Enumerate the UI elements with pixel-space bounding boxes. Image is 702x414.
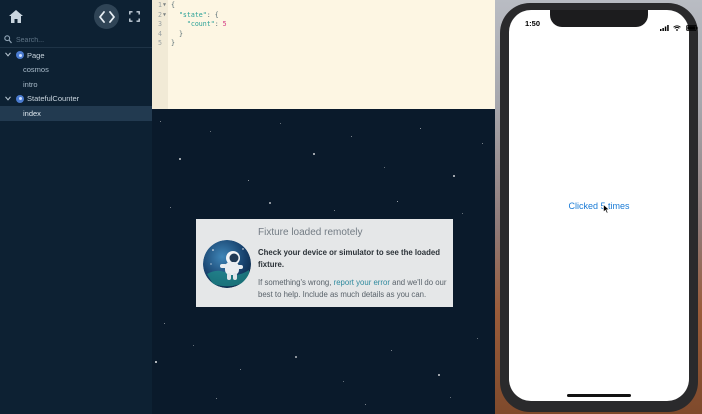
fold-icon xyxy=(162,30,171,40)
line-number: 4 xyxy=(158,29,162,38)
line-number: 2 xyxy=(158,10,162,19)
tree-item-label: cosmos xyxy=(23,65,49,75)
star xyxy=(343,381,344,382)
tree-item-label: Page xyxy=(27,50,45,60)
sidebar: Page cosmos intro StatefulCounter index xyxy=(0,0,152,414)
fold-icon xyxy=(162,39,171,49)
fullscreen-button[interactable] xyxy=(122,4,147,29)
notice-body-text: If something's wrong, xyxy=(258,278,334,287)
battery-icon xyxy=(685,24,698,31)
search-icon xyxy=(4,35,12,44)
fullscreen-icon xyxy=(129,11,140,22)
tree-item-statefulcounter[interactable]: StatefulCounter xyxy=(0,92,152,107)
tree-item-page[interactable]: Page xyxy=(0,48,152,63)
home-indicator[interactable] xyxy=(567,394,631,397)
code-line: 1 ▼ { xyxy=(154,1,227,11)
notice-title: Fixture loaded remotely xyxy=(258,227,363,238)
code-toggle-button[interactable] xyxy=(94,4,119,29)
signal-icon xyxy=(660,24,669,31)
star xyxy=(313,153,315,155)
phone-notch xyxy=(550,10,648,27)
tree-item-cosmos[interactable]: cosmos xyxy=(0,63,152,78)
star xyxy=(420,128,421,129)
star xyxy=(334,210,335,211)
tree-item-index[interactable]: index xyxy=(0,106,152,121)
code-text: "state": { xyxy=(178,10,219,19)
counter-button[interactable]: Clicked 5 times xyxy=(530,201,668,211)
sidebar-toolbar xyxy=(0,0,152,33)
tree-item-intro[interactable]: intro xyxy=(0,77,152,92)
line-number: 1 xyxy=(158,1,162,9)
tree-item-label: index xyxy=(23,108,41,118)
star xyxy=(365,404,366,405)
star xyxy=(397,201,398,202)
star xyxy=(391,350,392,351)
star xyxy=(280,123,281,124)
code-text: } xyxy=(171,39,175,47)
star xyxy=(240,369,241,370)
code-text: } xyxy=(171,29,183,38)
star xyxy=(438,374,440,376)
code-line: 3 "count": 5 xyxy=(154,20,227,30)
line-number: 3 xyxy=(158,20,162,28)
star xyxy=(248,180,249,181)
tree-item-label: StatefulCounter xyxy=(27,94,80,104)
chevron-down-icon[interactable] xyxy=(5,95,11,101)
star xyxy=(160,121,161,122)
star xyxy=(179,158,181,160)
home-icon xyxy=(8,10,23,23)
star xyxy=(269,202,271,204)
component-icon xyxy=(16,94,24,103)
star xyxy=(295,356,297,358)
star xyxy=(384,167,385,168)
code-line: 2 ▼ "state": { xyxy=(154,11,227,21)
code-line: 5 } xyxy=(154,39,227,49)
cursor-icon xyxy=(603,204,610,214)
code-icon xyxy=(98,10,115,23)
code-line: 4 } xyxy=(154,30,227,40)
chevron-down-icon[interactable] xyxy=(5,52,11,57)
status-bar-time: 1:50 xyxy=(525,19,541,28)
code-text: { xyxy=(171,1,175,9)
fold-icon[interactable]: ▼ xyxy=(162,1,171,11)
search-bar xyxy=(0,33,152,48)
star xyxy=(351,136,352,137)
code-lines: 1 ▼ { 2 ▼ "state": { 3 "count": 5 4 } 5 … xyxy=(154,1,227,49)
star xyxy=(453,175,455,177)
wifi-icon xyxy=(673,25,682,31)
notice-body: If something's wrong, report your error … xyxy=(258,277,448,301)
status-bar-icons xyxy=(660,19,698,37)
notice-heading: Check your device or simulator to see th… xyxy=(258,248,440,269)
fixture-tree: Page cosmos intro StatefulCounter index xyxy=(0,48,152,121)
astronaut-icon xyxy=(203,240,251,288)
star xyxy=(450,397,451,398)
star xyxy=(462,213,463,214)
fold-icon[interactable]: ▼ xyxy=(162,11,171,21)
star xyxy=(482,143,483,144)
star xyxy=(477,338,478,339)
report-error-link[interactable]: report your error xyxy=(334,278,390,287)
component-icon xyxy=(16,51,24,59)
fold-icon xyxy=(162,20,171,30)
code-text: "count": 5 xyxy=(186,20,227,28)
star xyxy=(210,131,211,132)
star xyxy=(155,361,157,363)
star xyxy=(193,345,194,346)
fixture-code-editor[interactable]: 1 ▼ { 2 ▼ "state": { 3 "count": 5 4 } 5 … xyxy=(152,0,495,109)
remote-fixture-notice: Fixture loaded remotely Check your devic… xyxy=(196,219,453,307)
tree-item-label: intro xyxy=(23,79,38,89)
star xyxy=(170,207,171,208)
home-button[interactable] xyxy=(3,4,28,29)
line-number: 5 xyxy=(158,39,162,47)
star xyxy=(216,398,217,399)
search-input[interactable] xyxy=(16,33,146,47)
star xyxy=(164,323,165,324)
